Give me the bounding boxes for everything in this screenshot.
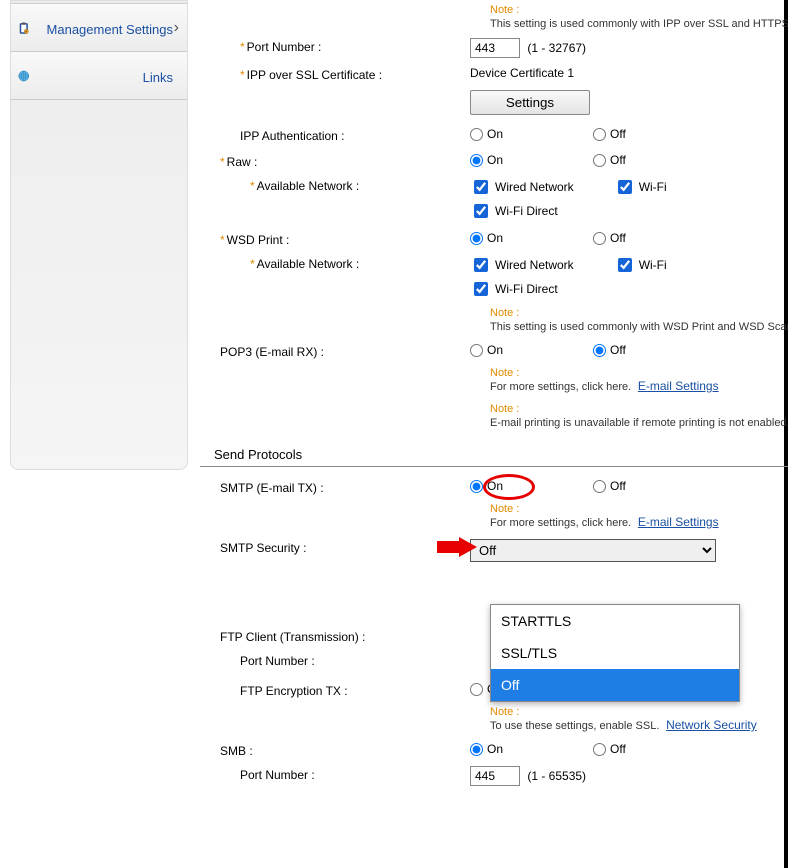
label-raw: Raw :	[200, 151, 470, 169]
label-ftp-encrypt: FTP Encryption TX :	[200, 680, 470, 698]
wsd-net-wifi-direct[interactable]: Wi-Fi Direct	[470, 279, 558, 299]
note-more-settings-2: Note : For more settings, click here. E-…	[200, 501, 788, 529]
wsd-net-wired[interactable]: Wired Network	[470, 255, 574, 275]
smb-port-input[interactable]	[470, 766, 520, 786]
sidebar-item-label: Links	[37, 66, 181, 85]
ipp-auth-on[interactable]: On	[470, 127, 503, 141]
label-smb: SMB :	[200, 740, 470, 758]
smb-off[interactable]: Off	[593, 742, 626, 756]
sidebar-item-links[interactable]: Links	[11, 52, 187, 100]
email-settings-link-2[interactable]: E-mail Settings	[638, 515, 719, 529]
note-more-settings-1: Note : For more settings, click here. E-…	[200, 365, 788, 393]
chevron-right-icon: ›	[174, 19, 179, 37]
wsd-net-wifi[interactable]: Wi-Fi	[614, 255, 667, 275]
settings-button[interactable]: Settings	[470, 90, 590, 115]
raw-net-wifi-direct[interactable]: Wi-Fi Direct	[470, 201, 558, 221]
label-ftp-port: Port Number :	[200, 650, 470, 668]
ipp-ssl-cert-value: Device Certificate 1	[470, 64, 774, 80]
label-smtp-security: SMTP Security :	[200, 537, 470, 555]
sidebar: Management Settings › Links	[10, 0, 188, 470]
label-avail-net-2: Available Network :	[200, 253, 470, 271]
dropdown-opt-off[interactable]: Off	[491, 669, 739, 701]
sidebar-item-management[interactable]: Management Settings ›	[11, 4, 187, 52]
network-security-link[interactable]: Network Security	[666, 718, 757, 732]
clipboard-icon	[17, 15, 31, 41]
smtp-on[interactable]: On	[470, 479, 503, 493]
label-ipp-auth: IPP Authentication :	[200, 125, 470, 143]
label-wsd-print: WSD Print :	[200, 229, 470, 247]
note-ssl-enable: Note : To use these settings, enable SSL…	[200, 704, 788, 732]
smb-on[interactable]: On	[470, 742, 503, 756]
note-ipp-ssl: Note : This setting is used commonly wit…	[200, 2, 788, 30]
label-ipp-ssl-cert: IPP over SSL Certificate :	[200, 64, 470, 82]
pop3-off[interactable]: Off	[593, 343, 626, 357]
label-smtp: SMTP (E-mail TX) :	[200, 477, 470, 495]
sidebar-item-label: Management Settings	[37, 18, 181, 37]
label-ftp-client: FTP Client (Transmission) :	[200, 626, 470, 644]
smtp-security-dropdown: STARTTLS SSL/TLS Off	[490, 604, 740, 702]
dropdown-opt-starttls[interactable]: STARTTLS	[491, 605, 739, 637]
raw-off[interactable]: Off	[593, 153, 626, 167]
smtp-off[interactable]: Off	[593, 479, 626, 493]
wsd-off[interactable]: Off	[593, 231, 626, 245]
smb-port-range: (1 - 65535)	[527, 769, 586, 783]
email-settings-link-1[interactable]: E-mail Settings	[638, 379, 719, 393]
section-send-protocols: Send Protocols	[200, 439, 788, 467]
raw-net-wired[interactable]: Wired Network	[470, 177, 574, 197]
label-port-number: Port Number :	[200, 36, 470, 54]
port-443-input[interactable]	[470, 38, 520, 58]
label-smb-port: Port Number :	[200, 764, 470, 782]
raw-net-wifi[interactable]: Wi-Fi	[614, 177, 667, 197]
main-panel: Note : This setting is used commonly wit…	[200, 0, 788, 868]
label-pop3: POP3 (E-mail RX) :	[200, 341, 470, 359]
globe-icon	[17, 63, 31, 89]
pop3-on[interactable]: On	[470, 343, 503, 357]
ipp-auth-off[interactable]: Off	[593, 127, 626, 141]
label-avail-net-1: Available Network :	[200, 175, 470, 193]
dropdown-opt-ssltls[interactable]: SSL/TLS	[491, 637, 739, 669]
raw-on[interactable]: On	[470, 153, 503, 167]
wsd-on[interactable]: On	[470, 231, 503, 245]
smtp-security-select[interactable]: Off	[470, 539, 716, 562]
note-email-unavailable: Note : E-mail printing is unavailable if…	[200, 401, 788, 429]
port-443-range: (1 - 32767)	[527, 41, 586, 55]
note-wsd: Note : This setting is used commonly wit…	[200, 305, 788, 333]
